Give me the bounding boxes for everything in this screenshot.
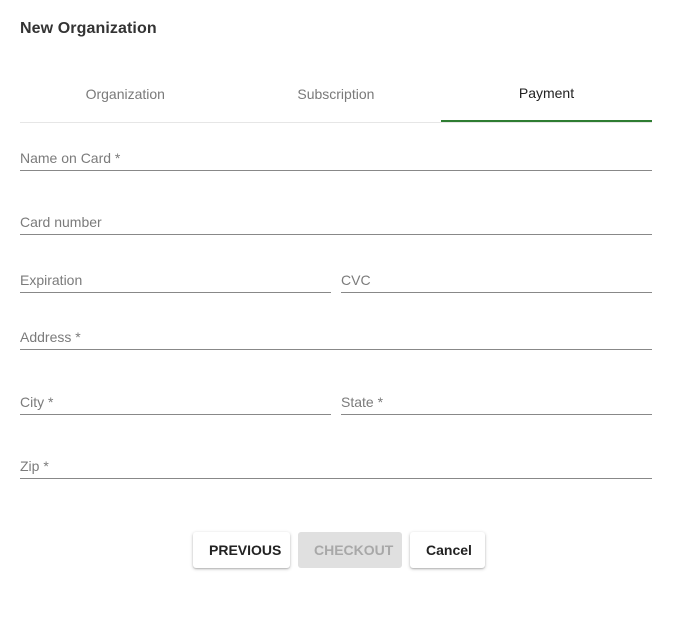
state-field[interactable]: State * (341, 390, 652, 415)
cvc-field[interactable]: CVC (341, 268, 652, 293)
city-field[interactable]: City * (20, 390, 331, 415)
name-on-card-field[interactable]: Name on Card * (20, 146, 652, 171)
new-organization-dialog: New Organization Organization Subscripti… (0, 0, 678, 625)
dialog-title: New Organization (20, 20, 157, 37)
card-number-input[interactable] (20, 210, 652, 234)
expiration-field[interactable]: Expiration (20, 268, 331, 293)
stepper-tabs: Organization Subscription Payment (20, 70, 652, 123)
city-input[interactable] (20, 390, 331, 414)
zip-input[interactable] (20, 454, 652, 478)
address-input[interactable] (20, 325, 652, 349)
card-number-field[interactable]: Card number (20, 210, 652, 235)
expiration-input[interactable] (20, 268, 331, 292)
tab-organization[interactable]: Organization (20, 70, 231, 122)
tab-subscription[interactable]: Subscription (231, 70, 442, 122)
state-input[interactable] (341, 390, 652, 414)
previous-button[interactable]: PREVIOUS (193, 532, 290, 568)
name-on-card-input[interactable] (20, 146, 652, 170)
cancel-button[interactable]: Cancel (410, 532, 485, 568)
address-field[interactable]: Address * (20, 325, 652, 350)
zip-field[interactable]: Zip * (20, 454, 652, 479)
cvc-input[interactable] (341, 268, 652, 292)
dialog-actions: PREVIOUS CHECKOUT Cancel (0, 532, 678, 568)
checkout-button[interactable]: CHECKOUT (298, 532, 402, 568)
tab-payment[interactable]: Payment (441, 70, 652, 122)
